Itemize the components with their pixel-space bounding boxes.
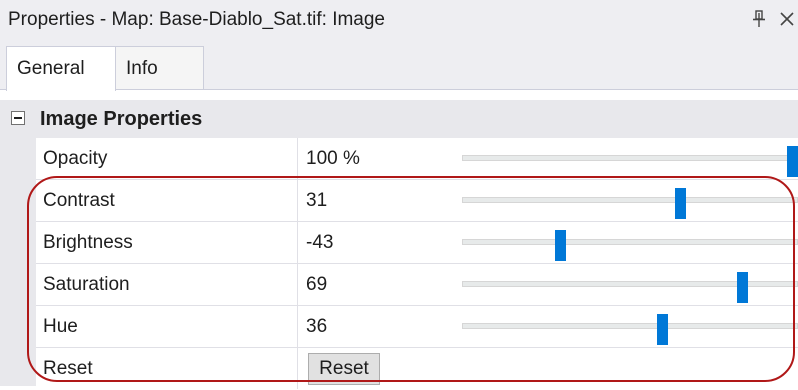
section-header-image-properties[interactable]: Image Properties bbox=[0, 100, 798, 138]
tab-general[interactable]: General bbox=[6, 46, 116, 91]
saturation-slider-thumb[interactable] bbox=[736, 272, 748, 303]
property-label-cell: Hue bbox=[36, 306, 298, 347]
brightness-slider-thumb[interactable] bbox=[554, 230, 566, 261]
close-icon[interactable] bbox=[778, 10, 796, 28]
reset-button[interactable]: Reset bbox=[308, 353, 380, 385]
property-value-contrast[interactable]: 31 bbox=[306, 190, 327, 212]
property-label-cell: Contrast bbox=[36, 180, 298, 221]
tab-info-label: Info bbox=[126, 58, 158, 79]
collapse-minus-icon[interactable] bbox=[11, 111, 25, 125]
section-title: Image Properties bbox=[40, 108, 203, 130]
property-label-cell: Saturation bbox=[36, 264, 298, 305]
brightness-slider-track[interactable] bbox=[462, 239, 798, 245]
property-label-opacity: Opacity bbox=[43, 148, 108, 169]
hue-slider-track[interactable] bbox=[462, 323, 798, 329]
property-row-saturation: Saturation 69 bbox=[36, 264, 798, 306]
tab-strip: General Info bbox=[0, 40, 798, 91]
property-label-cell: Opacity bbox=[36, 138, 298, 179]
pin-icon[interactable] bbox=[752, 10, 766, 28]
hue-slider-thumb[interactable] bbox=[657, 314, 668, 345]
property-label-hue: Hue bbox=[43, 316, 78, 337]
property-row-brightness: Brightness -43 bbox=[36, 222, 798, 264]
property-value-saturation[interactable]: 69 bbox=[306, 274, 327, 296]
grid-gutter bbox=[0, 138, 36, 386]
property-row-contrast: Contrast 31 bbox=[36, 180, 798, 222]
contrast-slider-track[interactable] bbox=[462, 197, 798, 203]
contrast-slider-thumb[interactable] bbox=[674, 188, 686, 219]
property-label-brightness: Brightness bbox=[43, 232, 133, 253]
property-value-brightness[interactable]: -43 bbox=[306, 232, 333, 254]
property-row-reset: Reset Reset bbox=[36, 348, 798, 390]
tab-general-label: General bbox=[17, 58, 85, 79]
property-label-contrast: Contrast bbox=[43, 190, 115, 211]
property-row-hue: Hue 36 bbox=[36, 306, 798, 348]
opacity-slider-track[interactable] bbox=[462, 155, 798, 161]
property-value-hue[interactable]: 36 bbox=[306, 316, 327, 338]
property-label-reset: Reset bbox=[43, 358, 93, 379]
property-label-cell: Reset bbox=[36, 348, 298, 389]
property-label-cell: Brightness bbox=[36, 222, 298, 263]
property-grid: Image Properties Opacity 100 % Contrast … bbox=[0, 90, 798, 389]
property-row-opacity: Opacity 100 % bbox=[36, 138, 798, 180]
title-bar: Properties - Map: Base-Diablo_Sat.tif: I… bbox=[0, 0, 798, 40]
window-title: Properties - Map: Base-Diablo_Sat.tif: I… bbox=[8, 9, 386, 30]
tab-info[interactable]: Info bbox=[116, 46, 204, 90]
property-value-opacity[interactable]: 100 % bbox=[306, 148, 360, 170]
property-label-saturation: Saturation bbox=[43, 274, 130, 295]
opacity-slider-thumb[interactable] bbox=[787, 146, 798, 177]
